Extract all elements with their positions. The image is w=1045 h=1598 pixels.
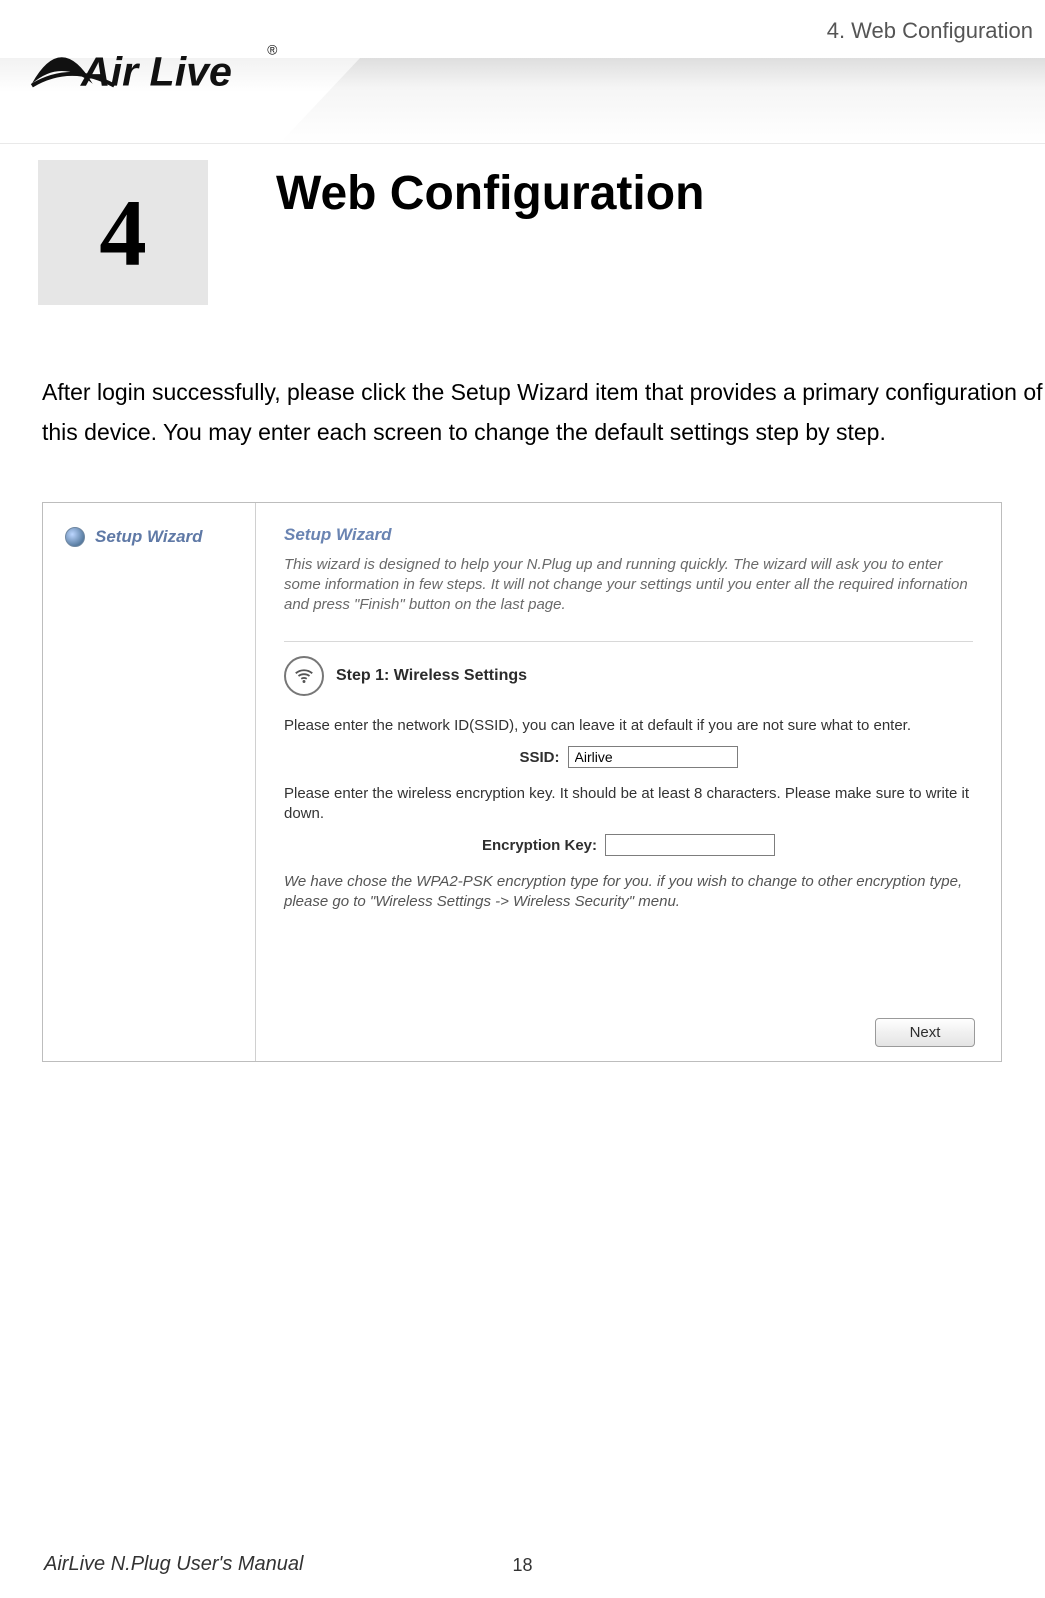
chapter-number: 4	[99, 178, 147, 288]
airlive-logo: Air Live ®	[24, 28, 279, 108]
step-header: Step 1: Wireless Settings	[284, 656, 973, 696]
sidebar-item-label: Setup Wizard	[95, 527, 203, 547]
airlive-logo-svg: Air Live ®	[24, 28, 279, 108]
setup-wizard-screenshot: Setup Wizard Setup Wizard This wizard is…	[42, 502, 1002, 1062]
ssid-input[interactable]	[568, 746, 738, 768]
ssid-row: SSID:	[284, 746, 973, 768]
chapter-title: Web Configuration	[276, 166, 704, 221]
page-footer: AirLive N.Plug User's Manual 18	[44, 1553, 1001, 1576]
svg-text:®: ®	[267, 42, 277, 57]
encryption-note: We have chose the WPA2-PSK encryption ty…	[284, 872, 973, 912]
intro-paragraph: After login successfully, please click t…	[42, 372, 1045, 452]
encryption-key-input[interactable]	[605, 834, 775, 856]
sidebar-item-setup-wizard[interactable]: Setup Wizard	[65, 527, 203, 547]
ssid-prompt: Please enter the network ID(SSID), you c…	[284, 716, 973, 736]
manual-title: AirLive N.Plug User's Manual	[44, 1553, 303, 1576]
bullet-icon	[65, 527, 85, 547]
chapter-number-box: 4	[38, 160, 208, 305]
wizard-title: Setup Wizard	[284, 525, 973, 545]
wifi-icon	[284, 656, 324, 696]
wizard-description: This wizard is designed to help your N.P…	[284, 555, 973, 615]
encryption-key-label: Encryption Key:	[482, 837, 597, 854]
encryption-key-row: Encryption Key:	[284, 834, 973, 856]
page-number: 18	[512, 1555, 532, 1576]
running-head: 4. Web Configuration	[827, 18, 1033, 44]
svg-text:Air Live: Air Live	[80, 49, 232, 95]
ssid-label: SSID:	[519, 749, 559, 766]
document-page: 4. Web Configuration Air Live ® 4 Web Co…	[0, 0, 1045, 1598]
next-button[interactable]: Next	[875, 1018, 975, 1047]
chapter-header: 4 Web Configuration	[38, 160, 704, 305]
separator	[284, 641, 973, 642]
encryption-key-prompt: Please enter the wireless encryption key…	[284, 784, 973, 824]
wizard-sidebar: Setup Wizard	[43, 503, 256, 1061]
step-label: Step 1: Wireless Settings	[336, 667, 527, 685]
wizard-main-panel: Setup Wizard This wizard is designed to …	[256, 503, 1001, 1061]
